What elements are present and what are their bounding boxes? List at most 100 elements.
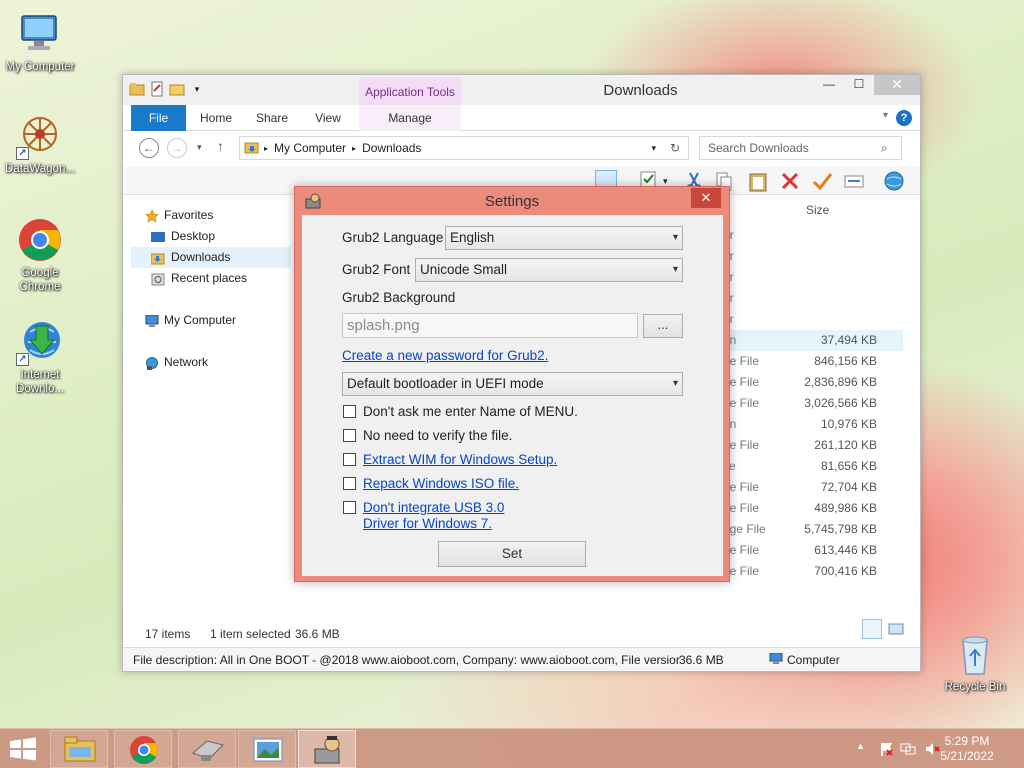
table-row[interactable]: ge File 2,836,896 KB — [723, 372, 903, 393]
dont-integrate-usb3-link-line2[interactable]: Driver for Windows 7. — [363, 516, 492, 532]
chevron-down-icon[interactable]: ▾ — [189, 81, 205, 97]
nav-network[interactable]: Network — [131, 352, 291, 373]
taskbar-drive-tool[interactable] — [178, 730, 236, 768]
clock[interactable]: 5:29 PM 5/21/2022 — [932, 734, 1002, 764]
delete-icon[interactable] — [779, 170, 801, 192]
breadcrumb-my-computer[interactable]: My Computer — [274, 141, 346, 155]
no-verify-checkbox[interactable] — [343, 429, 356, 442]
properties-icon[interactable] — [149, 81, 165, 97]
tab-view[interactable]: View — [303, 105, 353, 131]
file-size: 10,976 KB — [820, 417, 877, 431]
file-size: 846,156 KB — [814, 354, 877, 368]
chrome-icon — [130, 736, 158, 764]
window-title: Downloads — [603, 82, 678, 99]
taskbar-image-viewer[interactable] — [238, 730, 296, 768]
address-bar[interactable]: ▸ My Computer ▸ Downloads ▾ ↻ — [239, 136, 689, 160]
taskbar-chrome[interactable] — [114, 730, 172, 768]
create-password-link[interactable]: Create a new password for Grub2. — [342, 348, 548, 364]
maximize-button[interactable]: ☐ — [844, 75, 874, 95]
table-row[interactable]: er — [723, 267, 903, 288]
table-row[interactable]: ge File 700,416 KB — [723, 561, 903, 582]
table-row[interactable]: ge File 261,120 KB — [723, 435, 903, 456]
file-explorer-icon — [64, 736, 96, 762]
browse-button[interactable]: ... — [643, 314, 683, 338]
minimize-button[interactable]: — — [814, 75, 844, 95]
refresh-icon[interactable]: ↻ — [670, 141, 680, 155]
grub2-background-input[interactable]: splash.png — [342, 313, 638, 338]
desktop-icon-chrome[interactable]: Google Chrome — [0, 216, 80, 294]
bootloader-select[interactable]: Default bootloader in UEFI mode ▾ — [342, 372, 683, 396]
nav-desktop[interactable]: Desktop — [131, 226, 291, 247]
repack-iso-checkbox[interactable] — [343, 477, 356, 490]
image-viewer-icon — [253, 738, 283, 762]
network-status-icon[interactable] — [900, 741, 916, 757]
dialog-close-button[interactable]: ✕ — [691, 188, 721, 208]
computer-icon — [16, 10, 64, 58]
back-button[interactable]: ← — [139, 138, 159, 158]
desktop-icon-recycle-bin[interactable]: Recycle Bin — [935, 630, 1015, 694]
desktop-icon — [151, 230, 165, 243]
globe-icon[interactable] — [883, 170, 905, 192]
nav-my-computer[interactable]: My Computer — [131, 310, 291, 331]
check-icon[interactable] — [811, 170, 833, 192]
grub2-language-select[interactable]: English ▾ — [445, 226, 683, 250]
repack-iso-link[interactable]: Repack Windows ISO file. — [363, 476, 519, 492]
table-row[interactable]: er — [723, 288, 903, 309]
table-row[interactable]: ge File 3,026,566 KB — [723, 393, 903, 414]
paste-icon[interactable] — [747, 170, 769, 192]
up-arrow-icon[interactable]: ↑ — [217, 138, 224, 154]
table-row[interactable]: age File 5,745,798 KB — [723, 519, 903, 540]
search-input[interactable]: Search Downloads — [699, 136, 902, 160]
dont-integrate-usb3-link[interactable]: Don't integrate USB 3.0 — [363, 500, 504, 516]
table-row[interactable]: er — [723, 225, 903, 246]
extract-wim-checkbox[interactable] — [343, 453, 356, 466]
grub2-font-select[interactable]: Unicode Small ▾ — [415, 258, 683, 282]
desktop-icon-idm[interactable]: ↗ Internet Downlo... — [0, 318, 80, 396]
large-icons-view-button[interactable] — [886, 619, 906, 639]
start-button[interactable] — [8, 737, 38, 761]
chevron-down-icon[interactable]: ▾ — [651, 143, 656, 154]
table-row[interactable]: er — [723, 309, 903, 330]
dont-ask-menu-name-checkbox[interactable] — [343, 405, 356, 418]
column-header-size[interactable]: Size — [806, 203, 829, 217]
nav-downloads[interactable]: Downloads — [131, 247, 291, 268]
set-button[interactable]: Set — [438, 541, 586, 567]
table-row[interactable]: on10,976 KB — [723, 414, 903, 435]
tab-file[interactable]: File — [131, 105, 186, 131]
table-row[interactable]: ge File 613,446 KB — [723, 540, 903, 561]
desktop-icon-datawagon[interactable]: ↗ DataWagon... — [0, 112, 80, 176]
table-row[interactable]: on37,494 KB — [723, 330, 903, 351]
nav-recent-places[interactable]: Recent places — [131, 268, 291, 289]
select-value: English — [450, 230, 495, 245]
extract-wim-link[interactable]: Extract WIM for Windows Setup. — [363, 452, 557, 468]
file-size: 81,656 KB — [820, 459, 877, 473]
table-row[interactable]: ve81,656 KB — [723, 456, 903, 477]
table-row[interactable]: ge File 846,156 KB — [723, 351, 903, 372]
rename-icon[interactable] — [843, 170, 865, 192]
new-folder-icon[interactable] — [169, 81, 185, 97]
collapse-ribbon-icon[interactable]: ▾ — [883, 110, 888, 121]
taskbar-aioboot[interactable] — [298, 730, 356, 768]
nav-favorites[interactable]: Favorites — [131, 205, 291, 226]
table-row[interactable]: ge File 489,986 KB — [723, 498, 903, 519]
taskbar-file-explorer[interactable] — [50, 730, 108, 768]
tab-share[interactable]: Share — [247, 105, 297, 131]
action-center-flag-icon[interactable] — [878, 741, 894, 757]
help-icon[interactable]: ? — [896, 110, 912, 126]
grub2-font-label: Grub2 Font — [342, 262, 411, 277]
desktop-icon-my-computer[interactable]: My Computer — [0, 10, 80, 74]
recent-locations-icon[interactable]: ▾ — [197, 142, 202, 153]
details-view-button[interactable] — [862, 619, 882, 639]
table-row[interactable]: er — [723, 246, 903, 267]
close-button[interactable]: ✕ — [874, 75, 920, 95]
breadcrumb-downloads[interactable]: Downloads — [362, 141, 421, 155]
computer-icon — [145, 314, 159, 327]
tab-manage[interactable]: Manage — [359, 105, 461, 131]
table-row[interactable]: ge File 72,704 KB — [723, 477, 903, 498]
show-hidden-icons-icon[interactable]: ▲ — [856, 741, 872, 757]
forward-button[interactable]: → — [167, 138, 187, 158]
tab-home[interactable]: Home — [191, 105, 241, 131]
chevron-down-icon: ▾ — [672, 378, 678, 389]
search-icon[interactable]: ⌕ — [881, 141, 888, 156]
dont-integrate-usb3-checkbox[interactable] — [343, 501, 356, 514]
